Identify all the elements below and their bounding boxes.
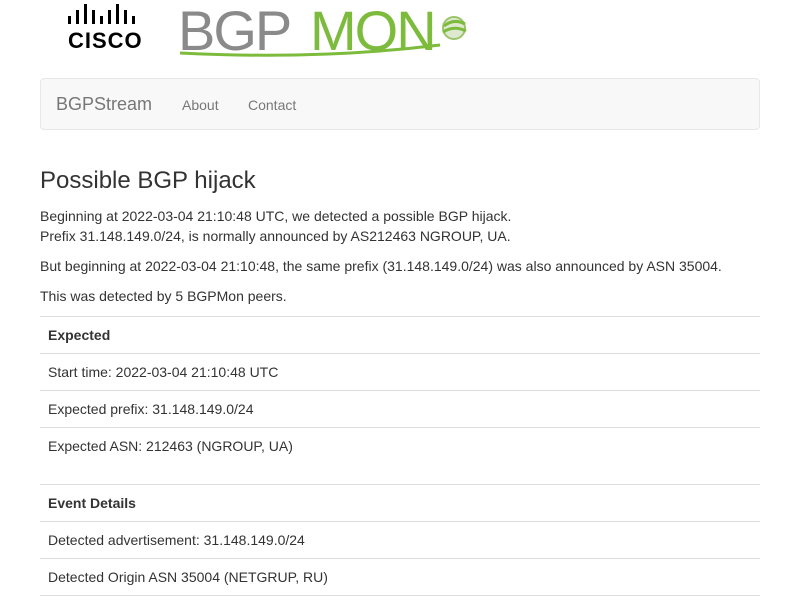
cisco-wordmark: CISCO	[68, 28, 143, 53]
detection-summary-text: Beginning at 2022-03-04 21:10:48 UTC, we…	[40, 208, 512, 224]
page-title: Possible BGP hijack	[40, 167, 256, 194]
logo-row: CISCO BGP MON	[40, 0, 760, 70]
table-row: Expected ASN: 212463 (NGROUP, UA)	[40, 427, 760, 464]
cisco-bars-icon	[68, 4, 135, 24]
svg-text:BGP: BGP	[178, 2, 290, 58]
table-row: Start time: 2022-03-04 21:10:48 UTC	[40, 353, 760, 390]
nav-about-link[interactable]: About	[182, 97, 219, 113]
navbar-brand-link[interactable]: BGPStream	[56, 94, 152, 114]
event-details-table: Event Details Detected advertisement: 31…	[40, 484, 760, 596]
navbar: BGPStream About Contact	[40, 78, 760, 130]
hijack-announcement-text: But beginning at 2022-03-04 21:10:48, th…	[40, 258, 722, 274]
prefix-origin-text: Prefix 31.148.149.0/24, is normally anno…	[40, 228, 511, 244]
nav-contact-link[interactable]: Contact	[248, 97, 296, 113]
event-details-table-header: Event Details	[40, 484, 760, 521]
bgpmon-logo[interactable]: BGP MON	[178, 2, 478, 58]
table-row: Detected advertisement: 31.148.149.0/24	[40, 521, 760, 558]
expected-table-header: Expected	[40, 316, 760, 353]
table-row: Expected prefix: 31.148.149.0/24	[40, 390, 760, 427]
expected-table: Expected Start time: 2022-03-04 21:10:48…	[40, 316, 760, 464]
table-row: Detected Origin ASN 35004 (NETGRUP, RU)	[40, 558, 760, 596]
svg-text:MON: MON	[310, 2, 435, 58]
cisco-logo[interactable]: CISCO	[62, 4, 154, 54]
peer-count-text: This was detected by 5 BGPMon peers.	[40, 288, 287, 304]
